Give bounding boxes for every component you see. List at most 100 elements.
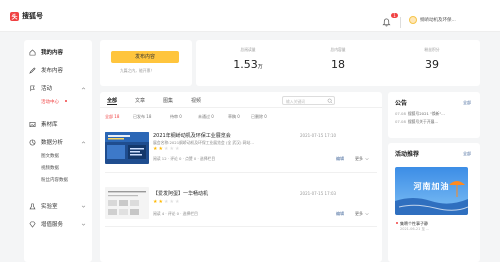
home-icon <box>29 48 36 55</box>
notice-item[interactable]: 07.08 搜狐号2021 "焕新"... <box>395 111 477 117</box>
chevron-up-icon <box>81 86 86 89</box>
star-icon: ★ <box>174 199 180 205</box>
tab-video[interactable]: 视频 <box>191 97 201 104</box>
content-list-card: 全部 文章 图集 视频 全部 18 已发布 18 待审 0 未通过 0 草稿 0… <box>100 92 382 262</box>
filter-deleted[interactable]: 已删除 0 <box>251 114 267 120</box>
sidebar-item-label: 活动 <box>41 86 53 92</box>
bell-icon[interactable] <box>382 18 391 27</box>
sidebar-subitem-video-data[interactable]: 视频数据 <box>24 162 92 174</box>
more-button[interactable]: 更多 <box>355 156 363 162</box>
row-divider <box>105 172 377 173</box>
search-input[interactable] <box>286 98 324 104</box>
chart-icon <box>29 139 36 145</box>
sidebar-subitem-fans-data[interactable]: 粉丝内容数据 <box>24 174 92 186</box>
notice-more-link[interactable]: 全部 <box>463 100 471 106</box>
chevron-down-icon <box>365 213 369 216</box>
brand-name: 搜狐号 <box>22 12 43 20</box>
article-thumbnail[interactable] <box>105 132 149 164</box>
flag-icon <box>30 85 35 91</box>
logo[interactable]: 头 搜狐号 <box>10 11 43 21</box>
tabs-divider <box>100 107 382 108</box>
sidebar-subitem-activity-center[interactable]: 活动中心 <box>24 96 92 108</box>
sidebar-item-activity[interactable]: 活动 <box>24 82 92 94</box>
sidebar: 我的内容 发布内容 活动 活动中心 素材库 数据分析 图文数据 视频数据 粉丝内… <box>24 40 92 262</box>
article-stats: 阅读 4 · 评论 0 · 选择栏目 <box>153 211 198 216</box>
chevron-down-icon <box>81 205 86 208</box>
star-icon: ★ <box>153 146 158 152</box>
avatar <box>409 16 417 24</box>
row-divider <box>105 226 377 227</box>
chevron-up-icon <box>81 140 86 143</box>
activity-item-date: 2021-06-21 至 ... <box>400 227 430 231</box>
stat-value-reads: 1.53万 <box>233 58 263 71</box>
stat-value-fans: 39 <box>425 58 439 71</box>
activity-dot <box>396 222 398 224</box>
star-icon: ★ <box>163 146 169 152</box>
filter-rejected[interactable]: 未通过 0 <box>198 114 214 120</box>
star-icon: ★ <box>158 199 163 205</box>
search-icon[interactable] <box>327 98 333 104</box>
tab-gallery[interactable]: 图集 <box>163 97 173 104</box>
sidebar-subitem-label: 视频数据 <box>41 166 59 171</box>
sidebar-item-label: 素材库 <box>41 122 58 128</box>
sidebar-item-value-added[interactable]: 增值服务 <box>24 218 92 230</box>
sidebar-item-publish[interactable]: 发布内容 <box>24 64 92 76</box>
sidebar-item-label: 实验室 <box>41 204 58 210</box>
stat-label-content: 总内容量 <box>330 47 346 52</box>
star-icon: ★ <box>169 146 174 152</box>
edit-button[interactable]: 编辑 <box>336 211 344 217</box>
chevron-down-icon <box>365 158 369 161</box>
article-date: 2021-07-15 17:03 <box>300 191 337 196</box>
activity-banner[interactable]: 河南加油 <box>395 167 468 215</box>
more-button[interactable]: 更多 <box>355 211 363 217</box>
sidebar-item-label: 数据分析 <box>41 140 64 146</box>
sidebar-item-lab[interactable]: 实验室 <box>24 200 92 212</box>
notice-item[interactable]: 07.08 搜狐号关于开展... <box>395 119 477 125</box>
article-title[interactable]: 2021年纲峤动机及环保工业展览会 <box>153 132 231 139</box>
edit-icon <box>29 66 36 74</box>
edit-button[interactable]: 编辑 <box>336 156 344 162</box>
sidebar-item-analytics[interactable]: 数据分析 <box>24 136 92 148</box>
thumbnail-image <box>105 132 149 164</box>
filter-all[interactable]: 全部 18 <box>105 114 119 120</box>
stats-card: 总阅读量 1.53万 总内容量 18 粉丝积分 39 <box>196 40 480 86</box>
user-menu[interactable]: 纲峤动机及环保... <box>409 16 456 24</box>
article-date: 2021-07-15 17:10 <box>300 133 337 138</box>
article-thumbnail[interactable] <box>105 187 149 219</box>
star-icon: ★ <box>163 199 169 205</box>
tab-all[interactable]: 全部 <box>107 97 117 104</box>
image-icon <box>29 121 36 127</box>
search-box <box>282 96 335 105</box>
article-rating: ★ ★ ★ ★ ★ <box>153 147 179 152</box>
diamond-icon <box>29 221 36 228</box>
activity-more-link[interactable]: 全部 <box>463 151 471 157</box>
new-dot <box>65 100 67 102</box>
header-divider <box>400 17 401 28</box>
stat-label-reads: 总阅读量 <box>240 47 256 52</box>
sidebar-item-label: 我的内容 <box>41 50 64 56</box>
banner-text: 河南加油 <box>413 182 450 191</box>
star-icon: ★ <box>174 146 180 152</box>
filter-drafts[interactable]: 草稿 0 <box>228 114 240 120</box>
activity-card: 活动推荐 全部 河南加油 集聘个性事子静 2021-06-21 至 ... <box>388 143 480 262</box>
notice-card: 公告 全部 07.08 搜狐号2021 "焕新"... 07.08 搜狐号关于开展.… <box>388 92 480 138</box>
tab-articles[interactable]: 文章 <box>135 97 145 104</box>
chevron-down-icon <box>81 223 86 226</box>
sidebar-item-label: 发布内容 <box>41 68 64 74</box>
thumbnail-image <box>105 187 149 219</box>
star-icon: ★ <box>158 146 163 152</box>
top-bar: 头 搜狐号 1 纲峤动机及环保... <box>0 0 500 32</box>
active-tab-indicator <box>107 104 117 105</box>
star-icon: ★ <box>153 199 158 205</box>
sidebar-subitem-label: 活动中心 <box>41 100 59 105</box>
filter-published[interactable]: 已发布 18 <box>133 114 151 120</box>
username: 纲峤动机及环保... <box>420 18 456 23</box>
article-rating: ★ ★ ★ ★ ★ <box>153 200 179 205</box>
filter-pending[interactable]: 待审 0 <box>170 114 182 120</box>
article-title[interactable]: 【爱发阿蛋】一华畅动机 <box>153 190 208 197</box>
publish-content-button[interactable]: 发布内容 <box>111 51 179 63</box>
sidebar-item-my-content[interactable]: 我的内容 <box>24 46 92 58</box>
sidebar-item-material[interactable]: 素材库 <box>24 118 92 130</box>
sidebar-subitem-article-data[interactable]: 图文数据 <box>24 150 92 162</box>
activity-title: 活动推荐 <box>395 151 420 158</box>
